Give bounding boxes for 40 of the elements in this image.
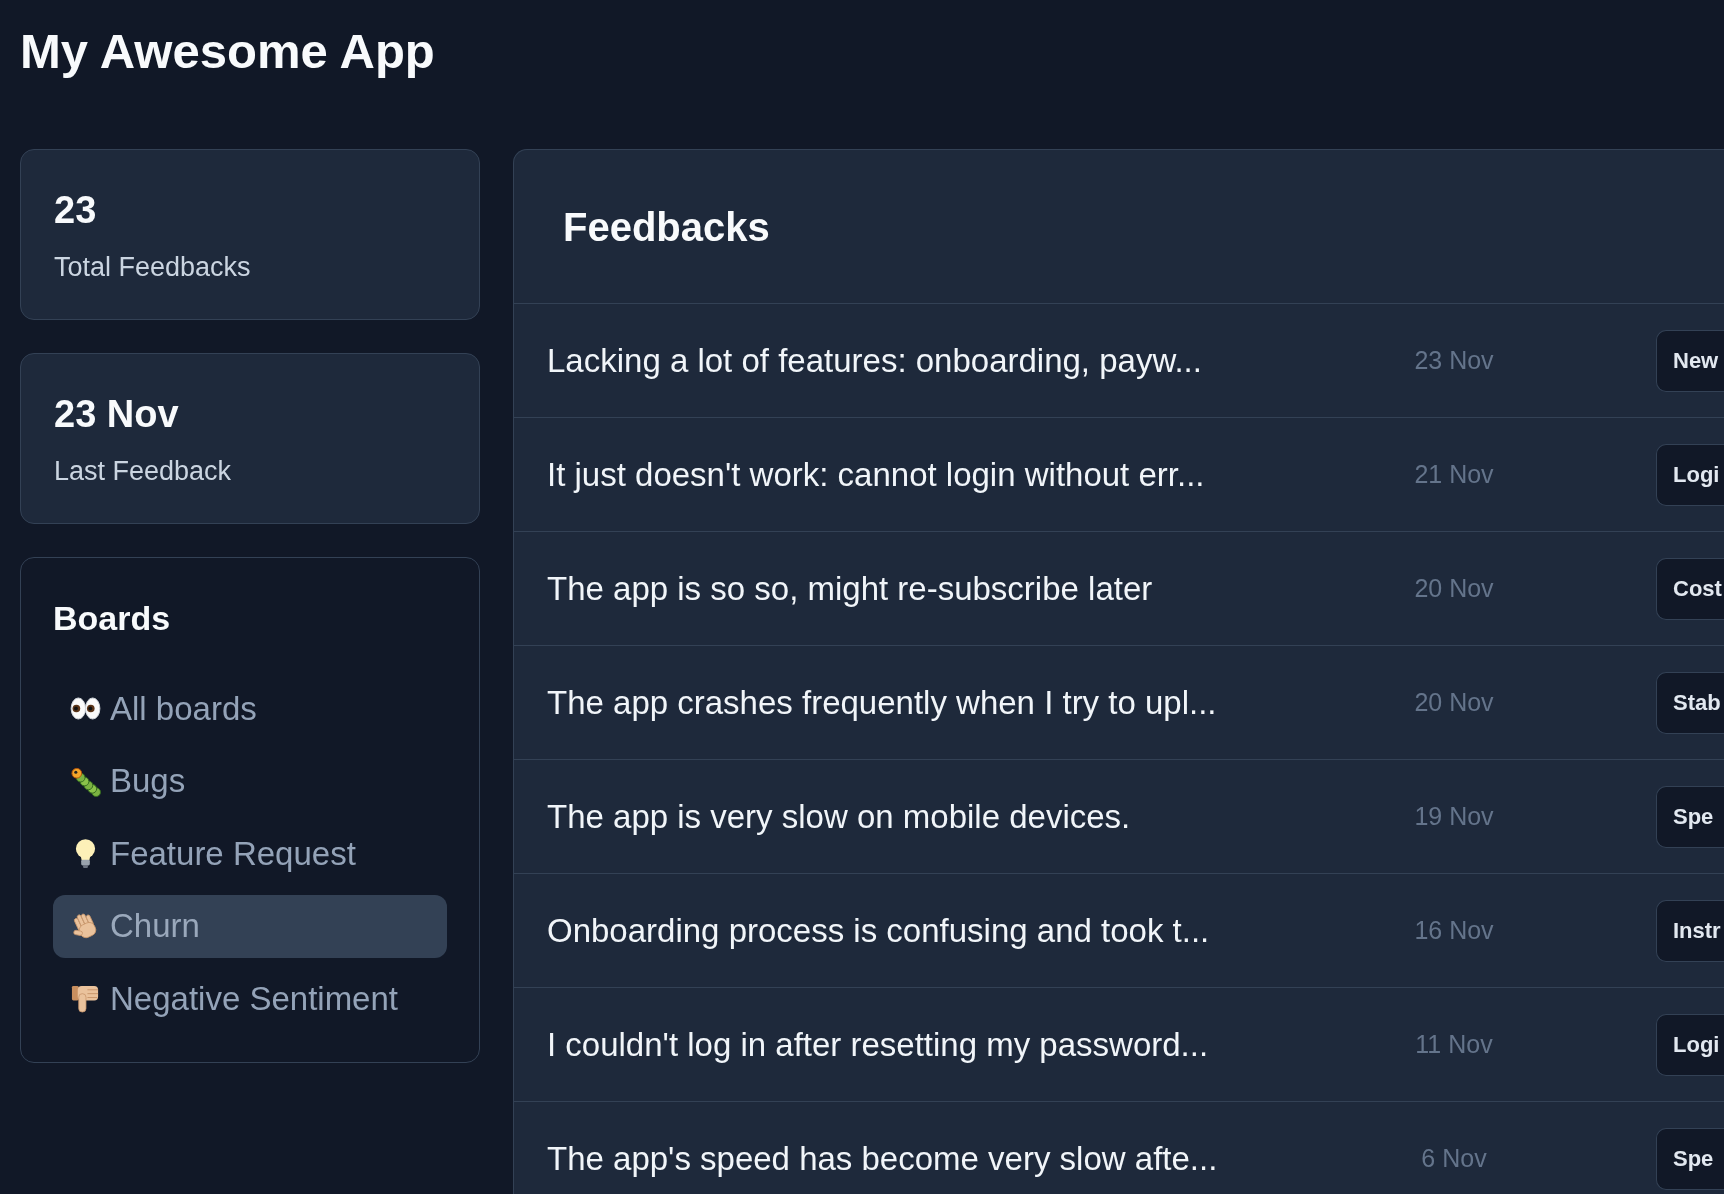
feedbacks-heading: Feedbacks <box>563 203 770 251</box>
stat-label: Total Feedbacks <box>54 251 252 284</box>
feedback-date: 21 Nov <box>1413 460 1495 489</box>
stat-value: 23 <box>54 188 98 233</box>
stat-label: Last Feedback <box>54 455 233 488</box>
app-title: My Awesome App <box>20 23 435 79</box>
board-item[interactable]: Churn <box>53 894 447 958</box>
feedback-date: 20 Nov <box>1413 574 1495 603</box>
category-tag: Stab <box>1656 671 1724 734</box>
stat-value: 23 Nov <box>54 392 180 437</box>
board-item[interactable]: All boards <box>53 677 447 740</box>
caterpillar-icon <box>70 765 101 797</box>
thumbs-down-icon <box>70 983 101 1014</box>
feedback-text: The app is so so, might re-subscribe later <box>547 569 1154 608</box>
eyes-icon <box>70 697 101 720</box>
feedback-date: 6 Nov <box>1420 1144 1488 1173</box>
board-item[interactable]: Feature Request <box>53 822 447 885</box>
category-tag: Logi <box>1656 443 1724 506</box>
feedback-text: Lacking a lot of features: onboarding, payw... <box>547 341 1203 380</box>
category-tag: Cost <box>1656 557 1724 620</box>
feedback-text: The app's speed has become very slow afte... <box>547 1139 1219 1178</box>
feedback-text: The app is very slow on mobile devices. <box>547 797 1132 836</box>
category-tag: Logi <box>1656 1013 1724 1076</box>
board-item[interactable]: Bugs <box>53 749 447 813</box>
category-tag: Instr <box>1656 899 1724 962</box>
feedback-text: The app crashes frequently when I try to upl... <box>547 683 1218 722</box>
lightbulb-icon <box>74 838 97 869</box>
feedback-date: 19 Nov <box>1413 802 1495 831</box>
feedback-date: 16 Nov <box>1413 916 1495 945</box>
feedback-date: 23 Nov <box>1413 346 1495 375</box>
category-tag: Spe <box>1656 785 1724 848</box>
category-tag: New <box>1656 329 1724 392</box>
feedback-text: I couldn't log in after resetting my password... <box>547 1025 1210 1064</box>
feedback-text: It just doesn't work: cannot login without err... <box>547 455 1206 494</box>
board-item[interactable]: Negative Sentiment <box>53 967 447 1030</box>
feedback-date: 11 Nov <box>1414 1030 1494 1059</box>
feedback-text: Onboarding process is confusing and took t... <box>547 911 1211 950</box>
feedback-date: 20 Nov <box>1413 688 1495 717</box>
boards-heading: Boards <box>53 598 172 639</box>
category-tag: Spe <box>1656 1127 1724 1190</box>
